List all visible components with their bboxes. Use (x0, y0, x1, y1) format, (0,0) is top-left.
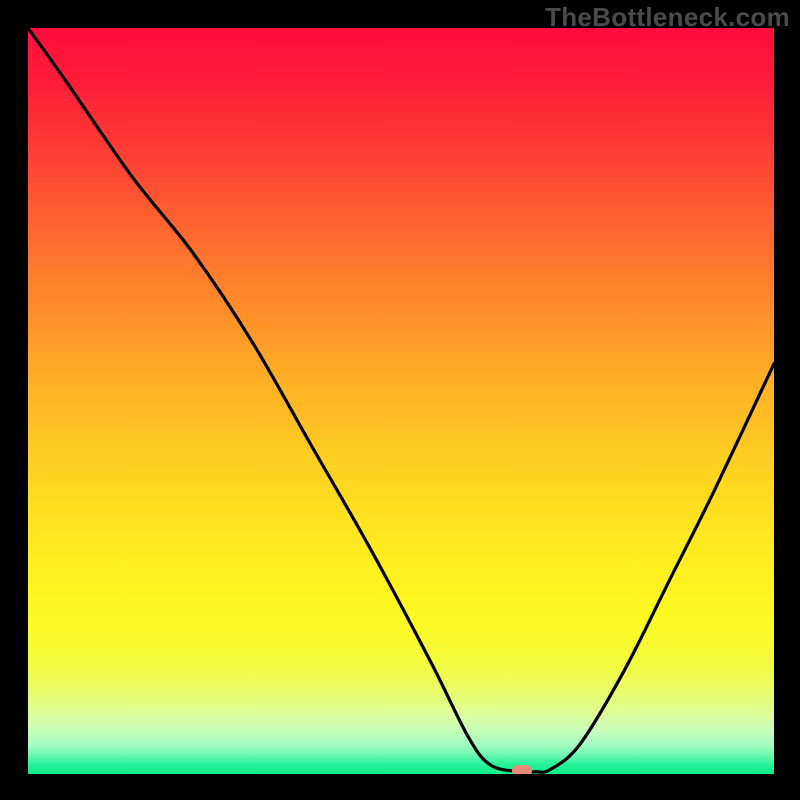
bottleneck-curve (28, 28, 774, 774)
chart-frame: TheBottleneck.com (0, 0, 800, 800)
optimal-point-marker (512, 765, 532, 774)
plot-area (28, 28, 774, 774)
watermark-text: TheBottleneck.com (545, 2, 790, 33)
